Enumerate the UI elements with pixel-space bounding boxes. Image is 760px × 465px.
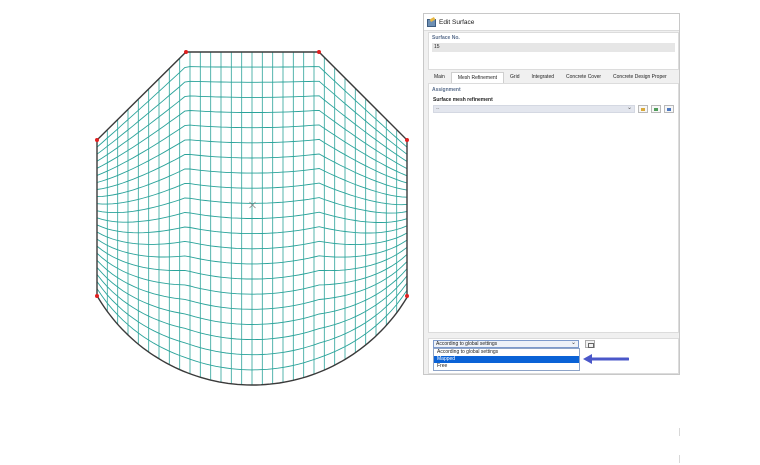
- edit-surface-icon: [427, 18, 436, 27]
- tab-mesh-refinement[interactable]: Mesh Refinement: [450, 72, 505, 83]
- surface-mesh-refinement-value: --: [436, 106, 440, 112]
- arrow-left-icon: [583, 354, 629, 364]
- tab-integrated[interactable]: Integrated: [525, 72, 560, 83]
- tab-main[interactable]: Main: [428, 72, 451, 83]
- surface-mesh-refinement-row: -- ⌄: [429, 104, 678, 114]
- option-according-to-global[interactable]: According to global settings: [434, 349, 579, 356]
- option-mapped[interactable]: Mapped: [434, 356, 579, 363]
- dialog-title: Edit Surface: [439, 18, 475, 26]
- meshing-type-dropdown: According to global settings Mapped Free: [433, 348, 580, 371]
- surface-mesh-refinement-label: Surface mesh refinement: [433, 97, 493, 103]
- tab-concrete-design-properties[interactable]: Concrete Design Proper: [607, 72, 673, 83]
- dialog-titlebar: Edit Surface: [424, 14, 679, 31]
- mesh-refinement-panel: Assignment Surface mesh refinement -- ⌄: [428, 83, 679, 333]
- node-point[interactable]: [317, 50, 321, 54]
- node-point[interactable]: [95, 138, 99, 142]
- divider: [679, 455, 680, 463]
- centroid-marker: [249, 201, 256, 209]
- edit-icon[interactable]: [585, 340, 595, 348]
- node-point[interactable]: [184, 50, 188, 54]
- surface-no-field[interactable]: 15: [432, 43, 675, 52]
- new-icon[interactable]: [638, 105, 648, 113]
- info-icon[interactable]: [664, 105, 674, 113]
- assignment-label: Assignment: [432, 87, 461, 93]
- meshing-type-select[interactable]: According to global settings ⌄: [433, 340, 579, 348]
- edit-surface-dialog: Edit Surface Surface No. 15 Main Mesh Re…: [423, 13, 680, 375]
- node-point[interactable]: [405, 294, 409, 298]
- divider: [679, 428, 680, 436]
- tab-bar: Main Mesh Refinement Grid Integrated Con…: [428, 72, 679, 83]
- mesh-grid: [96, 52, 408, 385]
- chevron-down-icon: ⌄: [570, 340, 576, 346]
- meshing-type-selected: According to global settings: [436, 341, 498, 347]
- node-point[interactable]: [405, 138, 409, 142]
- node-point[interactable]: [95, 294, 99, 298]
- tab-grid[interactable]: Grid: [504, 72, 525, 83]
- tab-concrete-cover[interactable]: Concrete Cover: [560, 72, 607, 83]
- surface-no-label: Surface No.: [432, 35, 460, 41]
- meshing-type-select-row: According to global settings ⌄: [433, 340, 595, 348]
- option-free[interactable]: Free: [434, 363, 579, 370]
- surface-no-section: Surface No. 15: [428, 32, 679, 70]
- surface-mesh-view: [95, 50, 409, 386]
- library-icon[interactable]: [651, 105, 661, 113]
- chevron-down-icon: ⌄: [626, 105, 632, 111]
- surface-mesh-refinement-select[interactable]: -- ⌄: [433, 105, 635, 113]
